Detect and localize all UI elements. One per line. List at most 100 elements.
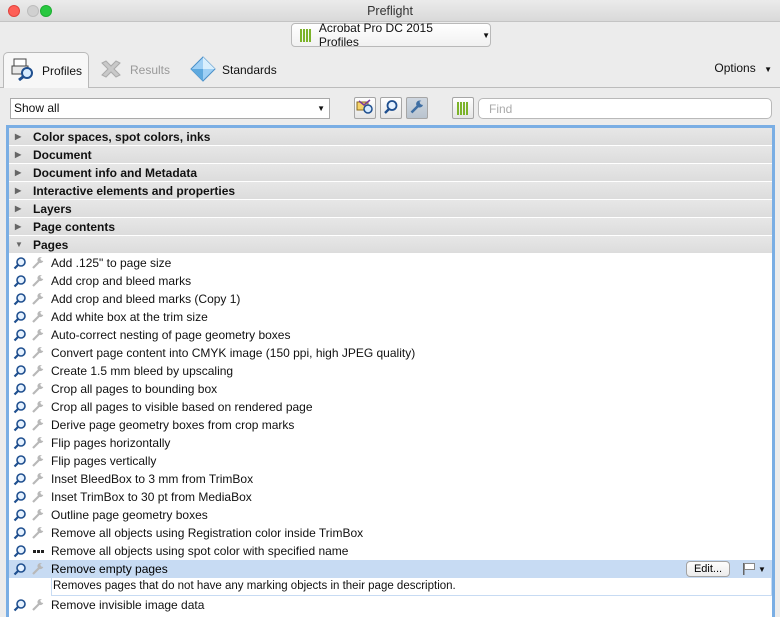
show-filter-value: Show all xyxy=(14,101,60,115)
preflight-bars-icon xyxy=(300,28,313,42)
category-row[interactable]: ▶ Layers xyxy=(9,200,772,218)
fixup-label: Outline page geometry boxes xyxy=(51,508,208,522)
wrench-icon xyxy=(29,310,47,324)
wrench-icon xyxy=(29,292,47,306)
profile-library-dropdown[interactable]: Acrobat Pro DC 2015 Profiles ▼ xyxy=(291,21,491,49)
magnifier-icon xyxy=(11,364,29,378)
show-filter-select[interactable]: Show all ▼ xyxy=(10,98,330,119)
chevron-down-icon: ▼ xyxy=(317,104,325,113)
disclosure-closed-icon: ▶ xyxy=(15,222,22,231)
magnifier-icon xyxy=(11,310,29,324)
magnifier-icon xyxy=(383,99,399,118)
fixup-label: Flip pages vertically xyxy=(51,454,157,468)
edit-fixup-button[interactable]: Edit... xyxy=(686,561,730,577)
tab-profiles-label: Profiles xyxy=(42,63,83,78)
magnifier-icon xyxy=(11,328,29,342)
fixup-row[interactable]: Crop all pages to bounding box xyxy=(9,380,772,398)
profile-library-label: Acrobat Pro DC 2015 Profiles xyxy=(318,21,433,49)
magnifier-icon xyxy=(11,382,29,396)
category-row[interactable]: ▶ Page contents xyxy=(9,218,772,236)
wrench-icon xyxy=(409,99,425,118)
fixup-description: Removes pages that do not have any marki… xyxy=(51,578,772,596)
fixup-label: Inset TrimBox to 30 pt from MediaBox xyxy=(51,490,252,504)
fixup-row[interactable]: Convert page content into CMYK image (15… xyxy=(9,344,772,362)
disclosure-closed-icon: ▶ xyxy=(15,150,22,159)
fixup-row[interactable]: Remove invisible image data xyxy=(9,596,772,614)
fixup-row[interactable]: Crop all pages to visible based on rende… xyxy=(9,398,772,416)
magnifier-icon xyxy=(11,508,29,522)
wrench-icon xyxy=(29,418,47,432)
select-checks-button[interactable] xyxy=(380,97,402,119)
fixup-label: Create 1.5 mm bleed by upscaling xyxy=(51,364,234,378)
fixup-row[interactable]: Create 1.5 mm bleed by upscaling xyxy=(9,362,772,380)
magnifier-icon xyxy=(11,472,29,486)
wrench-icon xyxy=(29,454,47,468)
magnifier-icon xyxy=(11,490,29,504)
fixup-row[interactable]: Inset BleedBox to 3 mm from TrimBox xyxy=(9,470,772,488)
fixup-row[interactable]: Add white box at the trim size xyxy=(9,308,772,326)
fixup-label: Auto-correct nesting of page geometry bo… xyxy=(51,328,291,342)
disclosure-closed-icon: ▶ xyxy=(15,204,22,213)
wrench-icon xyxy=(29,274,47,288)
wrench-icon xyxy=(29,490,47,504)
category-row[interactable]: ▶ Color spaces, spot colors, inks xyxy=(9,128,772,146)
fixup-row[interactable]: Auto-correct nesting of page geometry bo… xyxy=(9,326,772,344)
find-input[interactable] xyxy=(478,98,772,119)
fixup-row[interactable]: Add crop and bleed marks (Copy 1) xyxy=(9,290,772,308)
options-menu[interactable]: Options ▼ xyxy=(714,61,772,75)
category-row[interactable]: ▶ Document xyxy=(9,146,772,164)
fixup-row[interactable]: Derive page geometry boxes from crop mar… xyxy=(9,416,772,434)
fixup-row[interactable]: Remove all objects using Registration co… xyxy=(9,524,772,542)
magnifier-icon xyxy=(11,292,29,306)
standards-icon xyxy=(190,55,216,85)
select-profiles-button[interactable] xyxy=(354,97,376,119)
preflight-bars-icon xyxy=(456,101,470,115)
fixup-label: Convert page content into CMYK image (15… xyxy=(51,346,416,360)
category-label: Page contents xyxy=(33,219,116,234)
profiles-filter-icon xyxy=(356,98,374,118)
fixup-options-menu-button[interactable]: ▼ xyxy=(742,561,768,577)
category-label: Document info and Metadata xyxy=(33,165,198,180)
tab-standards[interactable]: Standards xyxy=(190,52,277,88)
category-label: Color spaces, spot colors, inks xyxy=(33,129,211,144)
fixup-row[interactable]: Add crop and bleed marks xyxy=(9,272,772,290)
toolbar: Show all ▼ xyxy=(0,89,780,125)
wrench-icon xyxy=(29,526,47,540)
fixup-row[interactable]: Remove all objects using spot color with… xyxy=(9,542,772,560)
wrench-icon xyxy=(29,400,47,414)
magnifier-icon xyxy=(11,256,29,270)
disclosure-closed-icon: ▶ xyxy=(15,186,22,195)
category-row[interactable]: ▶ Document info and Metadata xyxy=(9,164,772,182)
fixup-label: Add crop and bleed marks (Copy 1) xyxy=(51,292,241,306)
fixup-label: Add crop and bleed marks xyxy=(51,274,192,288)
preflight-library-button[interactable] xyxy=(452,97,474,119)
fixup-list: ▶ Color spaces, spot colors, inks ▶ Documen… xyxy=(6,125,775,617)
fixup-row[interactable]: Flip pages horizontally xyxy=(9,434,772,452)
fixup-row[interactable]: Outline page geometry boxes xyxy=(9,506,772,524)
category-row[interactable]: ▶ Interactive elements and properties xyxy=(9,182,772,200)
category-pages[interactable]: ▼ Pages xyxy=(9,236,772,254)
fixup-row[interactable]: Add .125" to page size xyxy=(9,254,772,272)
fixup-label: Remove invisible image data xyxy=(51,598,205,612)
fixup-row[interactable]: Inset TrimBox to 30 pt from MediaBox xyxy=(9,488,772,506)
fixup-row-selected[interactable]: Remove empty pages Edit... ▼ xyxy=(9,560,772,578)
fixup-label: Flip pages horizontally xyxy=(51,436,171,450)
wrench-icon xyxy=(29,256,47,270)
results-icon xyxy=(98,57,124,84)
select-fixups-button[interactable] xyxy=(406,97,428,119)
wrench-icon xyxy=(29,436,47,450)
tab-profiles[interactable]: Profiles xyxy=(3,52,89,88)
fixup-label: Remove all objects using spot color with… xyxy=(51,544,349,558)
category-label: Layers xyxy=(33,201,72,216)
tab-results[interactable]: Results xyxy=(98,52,170,88)
chevron-down-icon: ▼ xyxy=(758,564,766,574)
wrench-icon xyxy=(29,598,47,612)
magnifier-icon xyxy=(11,274,29,288)
disclosure-closed-icon: ▶ xyxy=(15,168,22,177)
wrench-icon xyxy=(29,364,47,378)
wrench-icon xyxy=(29,328,47,342)
magnifier-icon xyxy=(11,346,29,360)
profiles-icon xyxy=(10,57,36,84)
fixup-row[interactable]: Flip pages vertically xyxy=(9,452,772,470)
fixup-label: Remove empty pages xyxy=(51,562,168,576)
